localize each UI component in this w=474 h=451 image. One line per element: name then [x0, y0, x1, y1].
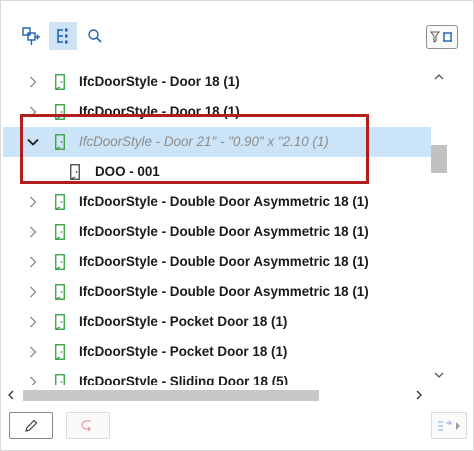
tree-item[interactable]: IfcDoorStyle - Sliding Door 18 (5): [3, 367, 446, 385]
tree-item[interactable]: IfcDoorStyle - Door 21" - "0.90" x "2.10…: [3, 127, 446, 157]
tree-view-button[interactable]: [49, 22, 77, 50]
door-icon: [55, 374, 65, 385]
edit-button[interactable]: [9, 412, 53, 439]
vertical-scrollbar[interactable]: [431, 67, 447, 385]
vertical-scroll-thumb[interactable]: [431, 145, 447, 173]
door-icon: [55, 344, 65, 360]
tree-item[interactable]: IfcDoorStyle - Door 18 (1): [3, 97, 446, 127]
scroll-left-button[interactable]: [5, 389, 17, 401]
scroll-up-button[interactable]: [433, 71, 445, 83]
chevron-right-icon[interactable]: [27, 286, 39, 298]
door-icon: [55, 104, 65, 120]
chevron-right-icon[interactable]: [27, 346, 39, 358]
chevron-right-icon[interactable]: [27, 256, 39, 268]
tree-item-label: IfcDoorStyle - Double Door Asymmetric 18…: [79, 194, 369, 209]
chevron-down-icon[interactable]: [27, 136, 39, 148]
tree-item[interactable]: IfcDoorStyle - Double Door Asymmetric 18…: [3, 187, 446, 217]
door-icon: [55, 314, 65, 330]
chevron-right-icon[interactable]: [27, 106, 39, 118]
chevron-right-icon[interactable]: [27, 376, 39, 385]
tree-view-icon: [57, 28, 68, 44]
tree-item-label: IfcDoorStyle - Door 18 (1): [79, 74, 240, 89]
chevron-right-icon[interactable]: [27, 226, 39, 238]
scroll-right-button[interactable]: [413, 389, 425, 401]
filter-icon: [430, 31, 452, 43]
chevron-right-icon: [416, 390, 422, 400]
tree-child-item[interactable]: DOO - 001: [3, 157, 446, 187]
tree-item[interactable]: IfcDoorStyle - Double Door Asymmetric 18…: [3, 247, 446, 277]
tree-item[interactable]: IfcDoorStyle - Pocket Door 18 (1): [3, 337, 446, 367]
ifc-panel: IfcDoorStyle - Door 18 (1) IfcDoorStyle -…: [0, 0, 474, 451]
door-icon: [55, 254, 65, 270]
door-icon: [70, 164, 80, 180]
add-element-icon: [22, 27, 40, 45]
chevron-right-icon[interactable]: [27, 76, 39, 88]
tree-item[interactable]: IfcDoorStyle - Door 18 (1): [3, 67, 446, 97]
chevron-right-icon[interactable]: [27, 316, 39, 328]
tree-item-label: IfcDoorStyle - Door 21" - "0.90" x "2.10…: [79, 134, 329, 149]
chevron-up-icon: [434, 74, 444, 80]
tree-item[interactable]: IfcDoorStyle - Pocket Door 18 (1): [3, 307, 446, 337]
horizontal-scroll-thumb[interactable]: [23, 390, 319, 401]
send-to-button[interactable]: [431, 412, 467, 439]
toolbar: [1, 1, 473, 67]
search-icon: [88, 29, 102, 43]
tree-item-label: IfcDoorStyle - Sliding Door 18 (5): [79, 374, 289, 385]
door-icon: [55, 74, 65, 90]
tree-item-label: IfcDoorStyle - Double Door Asymmetric 18…: [79, 254, 369, 269]
door-icon: [55, 194, 65, 210]
tree-item[interactable]: IfcDoorStyle - Double Door Asymmetric 18…: [3, 217, 446, 247]
tree-item-label: DOO - 001: [95, 164, 160, 179]
door-icon: [55, 224, 65, 240]
search-button[interactable]: [81, 22, 109, 50]
tree-item[interactable]: IfcDoorStyle - Double Door Asymmetric 18…: [3, 277, 446, 307]
chevron-left-icon: [8, 390, 14, 400]
filter-button[interactable]: [426, 25, 458, 49]
tree-item-label: IfcDoorStyle - Double Door Asymmetric 18…: [79, 284, 369, 299]
chevron-right-icon[interactable]: [27, 196, 39, 208]
scroll-down-button[interactable]: [433, 369, 445, 381]
tree-item-label: IfcDoorStyle - Double Door Asymmetric 18…: [79, 224, 369, 239]
door-icon: [55, 134, 65, 150]
pencil-icon: [25, 419, 38, 432]
door-icon: [55, 284, 65, 300]
bottom-toolbar: [1, 407, 473, 450]
send-to-icon: [438, 420, 460, 431]
undo-icon: [81, 419, 91, 431]
undo-button[interactable]: [66, 412, 110, 439]
tree-item-label: IfcDoorStyle - Door 18 (1): [79, 104, 240, 119]
element-tree: IfcDoorStyle - Door 18 (1) IfcDoorStyle -…: [3, 67, 446, 385]
horizontal-scrollbar[interactable]: [3, 387, 431, 404]
add-element-button[interactable]: [17, 22, 45, 50]
chevron-down-icon: [434, 372, 444, 378]
tree-item-label: IfcDoorStyle - Pocket Door 18 (1): [79, 314, 288, 329]
tree-item-label: IfcDoorStyle - Pocket Door 18 (1): [79, 344, 288, 359]
